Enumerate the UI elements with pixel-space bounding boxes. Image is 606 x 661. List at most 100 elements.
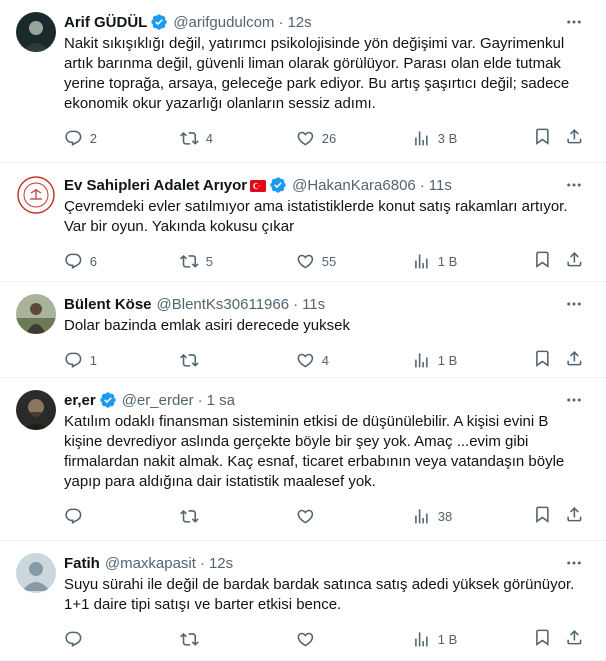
verified-badge-icon	[99, 391, 117, 409]
author-name[interactable]: Fatih	[64, 555, 100, 572]
analytics-icon	[415, 352, 428, 368]
heart-icon	[297, 131, 314, 146]
reply-button[interactable]: 1	[64, 351, 180, 370]
avatar[interactable]	[16, 390, 56, 430]
bookmark-icon[interactable]	[533, 628, 552, 650]
separator-dot: ·	[197, 391, 203, 409]
timestamp[interactable]: 12s	[209, 555, 233, 572]
view-count: 1 B	[437, 253, 458, 269]
retweet-icon	[180, 353, 199, 367]
heart-icon	[297, 353, 314, 368]
author-handle[interactable]: @arifgudulcom	[173, 14, 274, 31]
timestamp[interactable]: 11s	[429, 177, 452, 194]
timestamp[interactable]: 1 sa	[207, 392, 235, 409]
tweet-text: Katılım odaklı finansman sisteminin etki…	[64, 413, 569, 490]
like-button[interactable]: 26	[296, 129, 412, 148]
tweet[interactable]: er,er @er_erder · 1 sa Katılım odaklı fi…	[0, 378, 606, 541]
action-bar: 2 4 26 3 B	[64, 118, 590, 158]
author-name[interactable]: Arif GÜDÜL	[64, 14, 147, 31]
view-count: 38	[437, 508, 453, 524]
verified-badge-icon	[269, 176, 287, 194]
author-name[interactable]: Ev Sahipleri Adalet Arıyor	[64, 177, 247, 194]
tweet-text: Çevremdeki evler satılmıyor ama istatist…	[64, 198, 572, 235]
views-button[interactable]: 1 B	[412, 630, 528, 649]
avatar[interactable]	[16, 553, 56, 593]
retweet-count: 4	[205, 130, 213, 146]
tweet-text: Nakit sıkışıklığı değil, yatırımcı psiko…	[64, 35, 574, 112]
reply-feed: Arif GÜDÜL @arifgudulcom · 12s Nakit sık…	[0, 0, 606, 661]
more-options-icon[interactable]	[564, 175, 584, 195]
author-name[interactable]: Bülent Köse	[64, 296, 152, 313]
retweet-button[interactable]	[180, 507, 296, 526]
tweet[interactable]: Fatih @maxkapasit · 12s Suyu sürahi ile …	[0, 541, 606, 661]
avatar[interactable]	[16, 175, 56, 215]
views-button[interactable]: 1 B	[412, 351, 528, 370]
turkey-flag-icon	[250, 179, 267, 192]
more-options-icon[interactable]	[564, 553, 584, 573]
analytics-icon	[415, 130, 428, 146]
reply-button[interactable]	[64, 507, 180, 526]
author-handle[interactable]: @BlentKs30611966	[157, 296, 290, 313]
retweet-button[interactable]: 5	[180, 252, 296, 271]
retweet-button[interactable]	[180, 351, 296, 370]
retweet-icon	[180, 632, 199, 646]
analytics-icon	[415, 631, 428, 647]
views-button[interactable]: 1 B	[412, 252, 528, 271]
avatar[interactable]	[16, 294, 56, 334]
retweet-button[interactable]	[180, 630, 296, 649]
retweet-button[interactable]: 4	[180, 129, 296, 148]
more-options-icon[interactable]	[564, 390, 584, 410]
verified-badge-icon	[150, 13, 168, 31]
bookmark-icon[interactable]	[533, 250, 552, 272]
reply-button[interactable]: 6	[64, 252, 180, 271]
like-button[interactable]: 55	[296, 252, 412, 271]
tweet-text: Suyu sürahi ile değil de bardak bardak s…	[64, 576, 579, 613]
analytics-icon	[415, 508, 428, 524]
retweet-icon	[180, 131, 199, 145]
avatar[interactable]	[16, 12, 56, 52]
share-icon[interactable]	[565, 127, 584, 149]
retweet-icon	[180, 509, 199, 523]
action-bar: 6 5 55 1 B	[64, 241, 590, 281]
reply-icon	[65, 352, 82, 368]
separator-dot: ·	[199, 554, 205, 572]
share-icon[interactable]	[565, 349, 584, 371]
like-button[interactable]	[296, 507, 412, 526]
reply-count: 1	[89, 352, 97, 368]
more-options-icon[interactable]	[564, 12, 584, 32]
reply-button[interactable]: 2	[64, 129, 180, 148]
retweet-count: 5	[205, 253, 213, 269]
like-button[interactable]: 4	[296, 351, 412, 370]
author-handle[interactable]: @HakanKara6806	[292, 177, 416, 194]
reply-button[interactable]	[64, 630, 180, 649]
views-button[interactable]: 38	[412, 507, 528, 526]
separator-dot: ·	[293, 295, 299, 313]
share-icon[interactable]	[565, 250, 584, 272]
heart-icon	[297, 254, 314, 269]
retweet-icon	[180, 254, 199, 268]
share-icon[interactable]	[565, 505, 584, 527]
author-handle[interactable]: @maxkapasit	[105, 555, 196, 572]
bookmark-icon[interactable]	[533, 505, 552, 527]
more-options-icon[interactable]	[564, 294, 584, 314]
tweet[interactable]: Bülent Köse @BlentKs30611966 · 11s Dolar…	[0, 282, 606, 378]
views-button[interactable]: 3 B	[412, 129, 528, 148]
tweet[interactable]: Ev Sahipleri Adalet Arıyor @HakanKara680…	[0, 163, 606, 282]
author-name[interactable]: er,er	[64, 392, 96, 409]
tweet[interactable]: Arif GÜDÜL @arifgudulcom · 12s Nakit sık…	[0, 0, 606, 163]
bookmark-icon[interactable]	[533, 127, 552, 149]
view-count: 1 B	[437, 352, 458, 368]
like-count: 55	[321, 253, 337, 269]
reply-count: 2	[89, 130, 97, 146]
action-bar: 1 B	[64, 619, 590, 659]
tweet-text: Dolar bazinda emlak asiri derecede yukse…	[64, 317, 350, 334]
timestamp[interactable]: 12s	[287, 14, 311, 31]
bookmark-icon[interactable]	[533, 349, 552, 371]
share-icon[interactable]	[565, 628, 584, 650]
reply-icon	[65, 508, 82, 524]
separator-dot: ·	[419, 176, 425, 194]
author-handle[interactable]: @er_erder	[122, 392, 194, 409]
timestamp[interactable]: 11s	[302, 296, 325, 313]
analytics-icon	[415, 253, 428, 269]
like-button[interactable]	[296, 630, 412, 649]
